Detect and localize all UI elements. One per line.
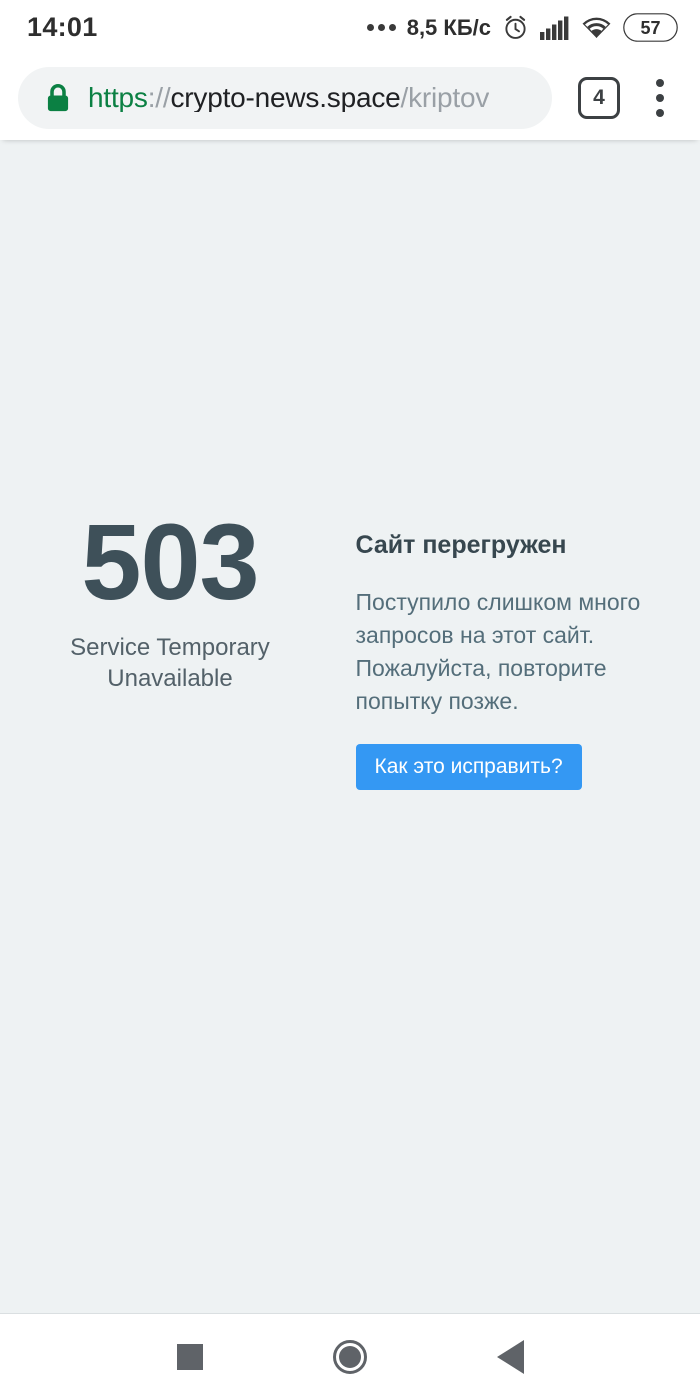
tab-counter-button[interactable]: 4: [578, 76, 620, 119]
browser-toolbar: https://crypto-news.space/kriptov 4: [0, 55, 700, 140]
recents-button[interactable]: [155, 1322, 225, 1392]
error-description: Поступило слишком много запросов на этот…: [355, 589, 641, 715]
error-code-subtitle: Service Temporary Unavailable: [53, 633, 288, 694]
recents-square-icon: [177, 1344, 203, 1370]
home-circle-icon: [333, 1340, 367, 1374]
battery-level-label: 57: [640, 17, 661, 38]
error-code-subtitle-line2: Unavailable: [107, 665, 233, 693]
android-nav-bar: [0, 1314, 700, 1400]
error-title: Сайт перегружен: [355, 531, 567, 559]
how-to-fix-button[interactable]: Как это исправить?: [355, 744, 582, 791]
url-text: https://crypto-news.space/kriptov: [88, 84, 489, 112]
lock-icon[interactable]: [44, 83, 72, 113]
url-separator: ://: [147, 83, 171, 112]
status-icons: 8,5 КБ/c 57: [366, 13, 678, 42]
error-container: 503 Service Temporary Unavailable Сайт п…: [0, 501, 700, 791]
battery-indicator: 57: [623, 13, 678, 42]
cellular-signal-icon: [540, 16, 570, 40]
page-viewport: 503 Service Temporary Unavailable Сайт п…: [0, 140, 700, 1314]
overflow-menu-icon[interactable]: [638, 74, 682, 122]
home-button[interactable]: [315, 1322, 385, 1392]
error-code: 503: [81, 501, 259, 622]
error-code-subtitle-line1: Service Temporary: [70, 634, 270, 662]
url-host: crypto-news.space: [170, 83, 401, 112]
network-speed-label: 8,5 КБ/c: [406, 14, 491, 40]
back-triangle-icon: [496, 1340, 524, 1374]
error-message-column: Сайт перегружен Поступило слишком много …: [288, 510, 648, 791]
error-code-column: 503 Service Temporary Unavailable: [53, 501, 288, 695]
status-bar: 14:01 8,5 КБ/c 57: [0, 0, 700, 55]
alarm-clock-icon: [502, 14, 529, 41]
tab-count-label: 4: [593, 86, 605, 109]
phone-screen: 14:01 8,5 КБ/c 57 https://crypto-news.sp…: [0, 0, 700, 1400]
wifi-icon: [581, 16, 612, 40]
url-path: /kriptov: [400, 83, 490, 112]
status-clock: 14:01: [27, 12, 98, 42]
address-bar[interactable]: https://crypto-news.space/kriptov: [18, 66, 552, 129]
more-dots-icon: [366, 24, 396, 31]
back-button[interactable]: [475, 1322, 545, 1392]
url-scheme: https: [88, 83, 148, 112]
